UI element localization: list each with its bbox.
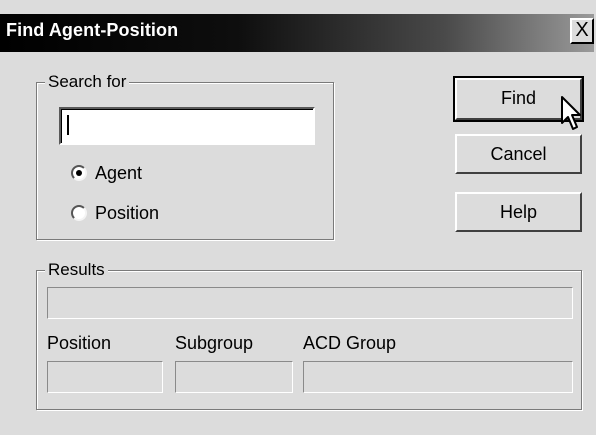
text-caret (67, 115, 69, 135)
results-legend: Results (45, 260, 108, 280)
title-bar[interactable]: Find Agent-Position X (0, 14, 594, 52)
close-icon: X (575, 19, 589, 41)
acd-group-column-label: ACD Group (303, 333, 397, 353)
radio-position[interactable]: Position (71, 203, 231, 225)
results-group: Results Position Subgroup ACD Group (36, 260, 582, 410)
help-button[interactable]: Help (455, 192, 582, 232)
search-input[interactable] (59, 107, 315, 145)
position-column-label: Position (47, 333, 112, 353)
cancel-button[interactable]: Cancel (455, 134, 582, 174)
radio-position-circle[interactable] (71, 205, 87, 221)
radio-position-label: Position (95, 203, 160, 223)
radio-selected-dot (76, 170, 82, 176)
radio-agent-circle[interactable] (71, 165, 87, 181)
find-agent-position-dialog: Find Agent-Position X Search for Agent P… (0, 0, 596, 435)
position-result-field (47, 361, 163, 393)
subgroup-column-label: Subgroup (175, 333, 254, 353)
results-name-field (47, 287, 573, 319)
window-title: Find Agent-Position (6, 20, 179, 40)
acd-group-result-field (303, 361, 573, 393)
search-for-legend: Search for (45, 72, 130, 92)
close-button[interactable]: X (570, 18, 594, 44)
radio-agent-label: Agent (95, 163, 143, 183)
radio-agent[interactable]: Agent (71, 163, 211, 185)
search-for-group: Search for Agent Position (36, 72, 334, 240)
subgroup-result-field (175, 361, 293, 393)
mouse-pointer-icon (561, 96, 581, 130)
